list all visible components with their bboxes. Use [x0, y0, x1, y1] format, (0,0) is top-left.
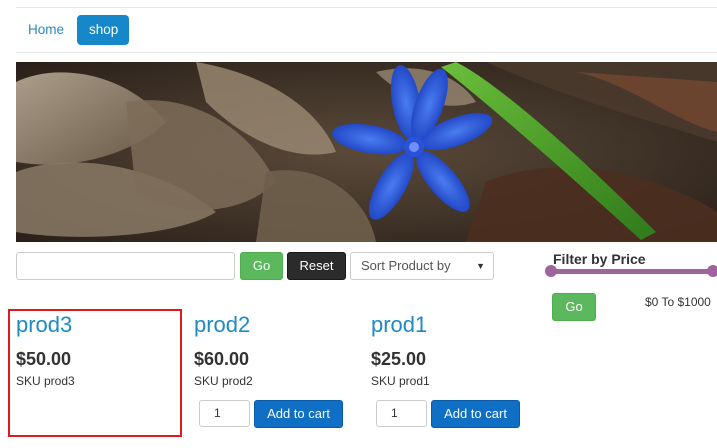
- price-slider-track[interactable]: [550, 269, 713, 274]
- product-price-prod3: $50.00: [16, 349, 72, 369]
- sort-product-select[interactable]: Sort Product by ▼: [350, 252, 494, 280]
- product-price-prod1: $25.00: [371, 349, 427, 369]
- price-slider-max-handle[interactable]: [707, 265, 717, 277]
- product-name-prod1[interactable]: prod1: [371, 312, 427, 338]
- banner-image: [16, 62, 717, 242]
- product-price-prod2: $60.00: [194, 349, 250, 369]
- product-sku-prod1: SKU prod1: [371, 374, 430, 388]
- quantity-input-prod1[interactable]: 1: [376, 400, 427, 427]
- reset-button[interactable]: Reset: [287, 252, 346, 280]
- price-slider-min-handle[interactable]: [545, 265, 557, 277]
- search-input[interactable]: [16, 252, 235, 280]
- quantity-input-prod2[interactable]: 1: [199, 400, 250, 427]
- product-sku-prod2: SKU prod2: [194, 374, 253, 388]
- nav-shop-link[interactable]: shop: [77, 15, 129, 45]
- add-to-cart-button-prod1[interactable]: Add to cart: [431, 400, 520, 428]
- nav-home-link[interactable]: Home: [16, 15, 76, 45]
- filter-title: Filter by Price: [553, 251, 646, 267]
- product-name-prod3[interactable]: prod3: [16, 312, 72, 338]
- filter-go-button[interactable]: Go: [552, 293, 596, 321]
- product-name-prod2[interactable]: prod2: [194, 312, 250, 338]
- sort-select-label: Sort Product by: [361, 258, 451, 273]
- nav-bottom-divider: [16, 52, 717, 53]
- chevron-down-icon: ▼: [476, 261, 485, 271]
- add-to-cart-button-prod2[interactable]: Add to cart: [254, 400, 343, 428]
- product-sku-prod3: SKU prod3: [16, 374, 75, 388]
- search-go-button[interactable]: Go: [240, 252, 283, 280]
- nav-top-divider: [16, 7, 717, 8]
- price-range-text: $0 To $1000: [645, 295, 711, 309]
